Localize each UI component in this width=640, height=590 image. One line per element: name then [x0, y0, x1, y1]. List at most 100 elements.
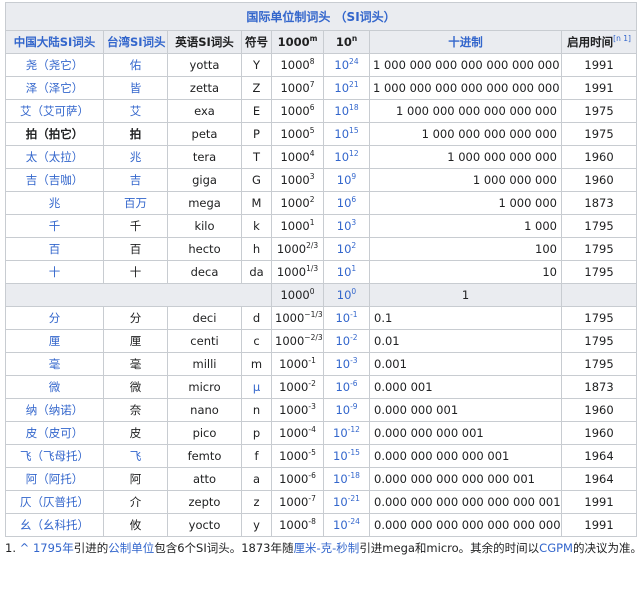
cell-taiwan[interactable]: 百万 [103, 191, 168, 215]
cell-pow10[interactable]: 1018 [323, 99, 370, 123]
footnote-link-cgpm[interactable]: CGPM [539, 541, 573, 555]
cell-taiwan[interactable]: 皆 [103, 76, 168, 100]
cell-pow1000: 1000-8 [271, 513, 324, 537]
cell-pow1000: 1000-1 [271, 352, 324, 376]
cell-mainland[interactable]: 太（太拉） [5, 145, 104, 169]
cell-symbol: z [241, 490, 272, 514]
cell-pow10[interactable]: 101 [323, 260, 370, 284]
cell-pow10[interactable]: 1024 [323, 53, 370, 77]
cell-pow1000: 10002 [271, 191, 324, 215]
cell-mainland[interactable]: 毫 [5, 352, 104, 376]
cell-pow10[interactable]: 10-6 [323, 375, 370, 399]
si-prefix-table: 国际单位制词头 （SI词头） 中国大陆SI词头 台湾SI词头 英语SI词头 符号… [4, 2, 638, 537]
footnote-caret[interactable]: ^ [20, 541, 30, 555]
footnote-text-2: 包含6个SI词头。1873年随 [154, 541, 294, 555]
cell-symbol: a [241, 467, 272, 491]
cell-pow1000: 1000-6 [271, 467, 324, 491]
footnote-link-cgs[interactable]: 厘米-克-秒制 [294, 541, 360, 555]
cell-pow10[interactable]: 10-12 [323, 421, 370, 445]
header-mainland[interactable]: 中国大陆SI词头 [5, 30, 104, 54]
cell-year: 1795 [560, 352, 638, 376]
cell-year: 1991 [560, 490, 638, 514]
cell-mainland[interactable]: 兆 [5, 191, 104, 215]
cell-mainland[interactable]: 阿（阿托） [5, 467, 104, 491]
cell-mainland[interactable]: 幺（幺科托） [5, 513, 104, 537]
cell-pow1000: 1000-7 [271, 490, 324, 514]
cell-year: 1873 [560, 191, 638, 215]
cell-decimal: 1 000 000 000 000 000 000 000 000 [369, 53, 562, 77]
cell-year: 1964 [560, 467, 638, 491]
cell-mainland[interactable]: 千 [5, 214, 104, 238]
cell-mainland[interactable]: 吉（吉咖） [5, 168, 104, 192]
footnote-year-link[interactable]: 1795年 [33, 541, 74, 555]
table-row: 分分 deci d 1000−1/3 10-1 0.1 1795 [5, 306, 638, 330]
header-taiwan[interactable]: 台湾SI词头 [103, 30, 168, 54]
cell-mainland[interactable]: 厘 [5, 329, 104, 353]
cell-decimal: 1 000 000 000 000 000 000 000 [369, 76, 562, 100]
cell-pow10[interactable]: 10-24 [323, 513, 370, 537]
cell-mainland[interactable]: 仄（仄普托） [5, 490, 104, 514]
cell-pow1000: 10008 [271, 53, 324, 77]
cell-pow10[interactable]: 10-1 [323, 306, 370, 330]
cell-symbol: h [241, 237, 272, 261]
header-pow1000: 1000m [271, 30, 324, 54]
cell-decimal: 0.000 000 000 000 000 001 [369, 467, 562, 491]
cell-pow10[interactable]: 10-15 [323, 444, 370, 468]
cell-pow1000: 10005 [271, 122, 324, 146]
table-row: 兆百万 mega M 10002 106 1 000 000 1873 [5, 191, 638, 215]
cell-pow10[interactable]: 109 [323, 168, 370, 192]
cell-pow10[interactable]: 10-21 [323, 490, 370, 514]
cell-symbol: T [241, 145, 272, 169]
cell-pow10[interactable]: 10-3 [323, 352, 370, 376]
cell-symbol: n [241, 398, 272, 422]
cell-taiwan[interactable]: 佑 [103, 53, 168, 77]
cell-decimal: 0.000 000 000 001 [369, 421, 562, 445]
footnote-text-3: 引进mega和micro。其余的时间以 [359, 541, 540, 555]
cell-year: 1873 [560, 375, 638, 399]
unit-pow10[interactable]: 100 [323, 283, 370, 307]
cell-pow10[interactable]: 1015 [323, 122, 370, 146]
cell-english: zepto [167, 490, 242, 514]
cell-taiwan[interactable]: 艾 [103, 99, 168, 123]
cell-taiwan[interactable]: 吉 [103, 168, 168, 192]
year-footnote-ref[interactable]: [n 1] [613, 34, 631, 43]
cell-pow10[interactable]: 10-9 [323, 398, 370, 422]
cell-decimal: 0.1 [369, 306, 562, 330]
cell-taiwan[interactable]: 兆 [103, 145, 168, 169]
header-decimal[interactable]: 十进制 [369, 30, 562, 54]
cell-english: deci [167, 306, 242, 330]
cell-pow10[interactable]: 10-18 [323, 467, 370, 491]
cell-decimal: 1 000 000 [369, 191, 562, 215]
cell-taiwan: 拍 [103, 122, 168, 146]
footnote-link-metric[interactable]: 公制单位 [108, 541, 154, 555]
cell-english: atto [167, 467, 242, 491]
cell-english: giga [167, 168, 242, 192]
cell-mainland[interactable]: 十 [5, 260, 104, 284]
cell-mainland[interactable]: 皮（皮可） [5, 421, 104, 445]
cell-pow1000: 10007 [271, 76, 324, 100]
cell-english: micro [167, 375, 242, 399]
cell-taiwan[interactable]: 飞 [103, 444, 168, 468]
cell-mainland[interactable]: 百 [5, 237, 104, 261]
cell-year: 1960 [560, 421, 638, 445]
cell-pow1000: 10001 [271, 214, 324, 238]
cell-mainland[interactable]: 纳（纳诺） [5, 398, 104, 422]
cell-mainland[interactable]: 尧（尧它） [5, 53, 104, 77]
cell-mainland[interactable]: 分 [5, 306, 104, 330]
cell-pow1000: 1000−1/3 [271, 306, 324, 330]
cell-pow10[interactable]: 102 [323, 237, 370, 261]
cell-mainland[interactable]: 泽（泽它） [5, 76, 104, 100]
cell-mainland[interactable]: 微 [5, 375, 104, 399]
cell-taiwan: 阿 [103, 467, 168, 491]
cell-mainland[interactable]: 飞（飞母托） [5, 444, 104, 468]
cell-pow10[interactable]: 1012 [323, 145, 370, 169]
cell-pow10[interactable]: 10-2 [323, 329, 370, 353]
cell-pow10[interactable]: 1021 [323, 76, 370, 100]
cell-symbol[interactable]: μ [241, 375, 272, 399]
cell-decimal: 0.000 000 000 000 001 [369, 444, 562, 468]
cell-mainland[interactable]: 艾（艾可萨） [5, 99, 104, 123]
cell-year: 1795 [560, 214, 638, 238]
cell-pow10[interactable]: 103 [323, 214, 370, 238]
cell-symbol: Z [241, 76, 272, 100]
cell-pow10[interactable]: 106 [323, 191, 370, 215]
